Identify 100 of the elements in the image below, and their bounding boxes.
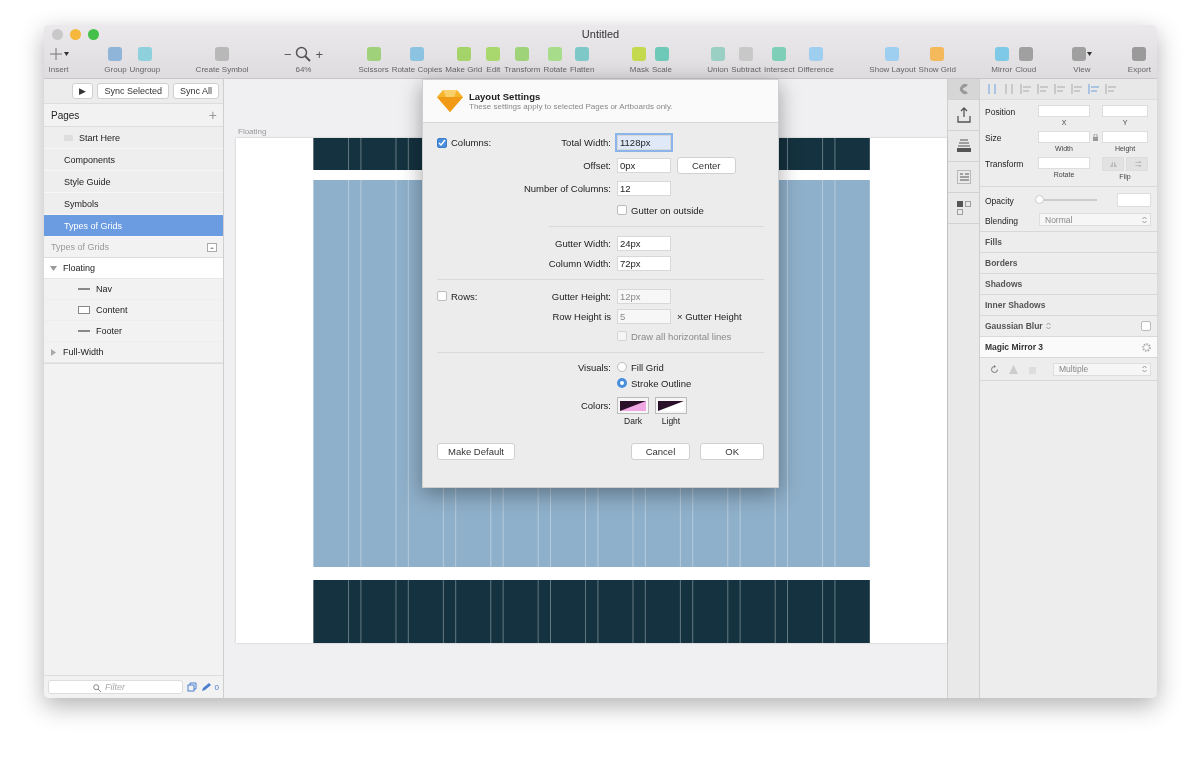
section-header[interactable]: Magic Mirror 3 <box>985 342 1044 352</box>
section-header[interactable]: Fills <box>985 237 1002 247</box>
rows-checkbox[interactable]: Rows: <box>437 290 511 302</box>
toolbar-button[interactable]: Scissors <box>358 46 389 74</box>
play-button[interactable]: ▶ <box>72 83 94 99</box>
number-field[interactable]: 0px <box>617 158 671 173</box>
selection-icon[interactable] <box>955 200 972 216</box>
pencil-icon[interactable] <box>200 682 211 692</box>
layers-icon[interactable] <box>955 139 972 153</box>
value-field[interactable] <box>1038 157 1090 169</box>
list-icon[interactable] <box>956 170 971 184</box>
dialog-subtitle: These settings apply to selected Pages or Artboards only. <box>469 102 673 111</box>
search-icon[interactable] <box>295 46 312 62</box>
lock-icon[interactable] <box>1093 134 1098 141</box>
center-button[interactable]: Center <box>677 157 736 174</box>
toolbar-button[interactable]: View <box>1071 46 1093 74</box>
value-field[interactable] <box>1038 105 1090 117</box>
share-icon[interactable] <box>955 107 972 123</box>
tool-icon <box>136 46 153 62</box>
layer-item[interactable]: Content <box>44 300 223 321</box>
ok-button[interactable]: OK <box>700 443 764 460</box>
toolbar-button[interactable]: Scale <box>651 46 672 74</box>
section-header[interactable]: Shadows <box>985 279 1023 289</box>
toolbar-button[interactable]: Group <box>104 46 127 74</box>
toolbar-button[interactable]: Export <box>1127 46 1151 74</box>
number-field[interactable]: 1128px <box>617 135 671 150</box>
toolbar-button[interactable]: Ungroup <box>129 46 161 74</box>
value-field[interactable] <box>1102 105 1148 117</box>
toolbar-button[interactable]: Create Symbol <box>195 46 249 74</box>
toolbar-button[interactable]: Union <box>707 46 729 74</box>
blending-select[interactable]: Normal <box>1039 213 1151 226</box>
radio-button[interactable] <box>617 362 627 372</box>
make-default-button[interactable]: Make Default <box>437 443 515 460</box>
zoom-level: 64% <box>295 65 312 74</box>
value-field[interactable] <box>1117 193 1151 207</box>
page-item[interactable]: Style Guide <box>44 171 223 193</box>
cancel-button[interactable]: Cancel <box>630 443 691 460</box>
toolbar-button[interactable]: Difference <box>797 46 834 74</box>
checkbox[interactable] <box>437 137 447 148</box>
field-label: Offset: <box>582 160 611 171</box>
toolbar-button[interactable]: Cloud <box>1015 46 1037 74</box>
layer-group[interactable]: Full-Width <box>44 342 223 363</box>
mirror-mode-select[interactable]: Multiple <box>1053 362 1151 376</box>
toolbar-button[interactable]: Mirror <box>991 46 1013 74</box>
number-field[interactable]: 12 <box>617 181 671 196</box>
value-field[interactable] <box>1102 131 1148 143</box>
window-control[interactable] <box>70 28 81 40</box>
app-icon[interactable] <box>957 83 970 95</box>
section-header[interactable]: Inner Shadows <box>985 300 1046 310</box>
radio-button[interactable] <box>617 378 627 388</box>
refresh-icon[interactable] <box>990 364 999 374</box>
zoom-in-button[interactable]: + <box>315 46 324 62</box>
window-control[interactable] <box>88 28 99 40</box>
flip-vertical-button[interactable] <box>1126 157 1148 171</box>
toolbar-button[interactable]: Show Layout <box>869 46 916 74</box>
gutter-outside-checkbox[interactable]: Gutter on outside <box>617 204 764 216</box>
slider-thumb[interactable] <box>1035 195 1044 204</box>
disclosure-icon[interactable] <box>50 348 57 356</box>
checkbox[interactable] <box>617 205 627 215</box>
tool-icon <box>709 46 726 62</box>
zoom-out-button[interactable]: − <box>283 46 292 62</box>
radio-option[interactable]: Fill Grid <box>617 361 764 373</box>
toolbar-button[interactable]: Intersect <box>764 46 795 74</box>
value-field[interactable] <box>1038 131 1090 143</box>
radio-option[interactable]: Stroke Outline <box>617 377 764 389</box>
layer-item[interactable]: Footer <box>44 321 223 342</box>
toolbar-button[interactable]: Show Grid <box>918 46 956 74</box>
checkbox[interactable] <box>1141 321 1151 331</box>
columns-checkbox[interactable]: Columns: <box>437 137 511 148</box>
line-icon <box>78 288 90 290</box>
field-label: Column Width: <box>547 257 611 269</box>
toolbar-button[interactable]: Transform <box>504 46 541 74</box>
toolbar-button[interactable]: Edit <box>485 46 502 74</box>
toolbar-button[interactable]: Rotate <box>543 46 567 74</box>
checkbox[interactable] <box>437 291 447 301</box>
sync-button[interactable]: Sync Selected <box>97 83 169 99</box>
toolbar-button[interactable]: Make Grid <box>445 46 483 74</box>
sync-button[interactable]: Sync All <box>173 83 219 99</box>
filter-field[interactable]: Filter <box>48 680 183 694</box>
page-item[interactable]: Components <box>44 149 223 171</box>
number-field[interactable]: 24px <box>617 235 671 251</box>
tool-icon <box>1017 46 1034 62</box>
toolbar-button[interactable]: Mask <box>629 46 649 74</box>
section-header[interactable]: Gaussian Blur <box>985 321 1043 331</box>
number-field[interactable]: 72px <box>617 255 671 271</box>
page-item[interactable]: Symbols <box>44 193 223 215</box>
window-control[interactable] <box>52 28 63 40</box>
settings-icon[interactable] <box>1142 342 1151 352</box>
page-item[interactable]: Start Here <box>44 127 223 149</box>
section-header[interactable]: Borders <box>985 258 1018 268</box>
perspective-icon[interactable] <box>1009 364 1018 374</box>
toolbar-button[interactable]: Rotate Copies <box>391 46 443 74</box>
disclosure-icon[interactable] <box>50 264 57 272</box>
copy-icon[interactable] <box>186 682 197 692</box>
toolbar-button[interactable]: Insert <box>48 46 69 74</box>
toolbar-button[interactable]: Flatten <box>570 46 595 74</box>
layer-item[interactable]: Nav <box>44 279 223 300</box>
layer-group[interactable]: Floating <box>44 258 223 279</box>
toolbar-button[interactable]: Subtract <box>731 46 761 74</box>
flip-horizontal-button[interactable] <box>1102 157 1124 171</box>
